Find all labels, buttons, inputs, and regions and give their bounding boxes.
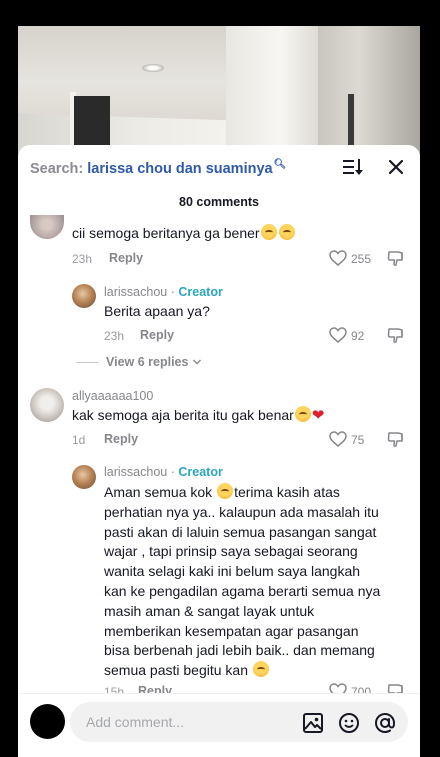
comment-input-placeholder[interactable]: Add comment...: [86, 714, 184, 730]
dislike-icon[interactable]: [387, 326, 405, 344]
close-icon[interactable]: [386, 157, 406, 177]
search-text[interactable]: Search: larissa chou dan suaminya🔍︎: [30, 159, 286, 177]
like-count: 255: [351, 252, 372, 266]
comment-input[interactable]: Add comment...: [70, 702, 408, 742]
creator-badge: Creator: [178, 465, 223, 479]
creator-avatar[interactable]: [72, 284, 96, 308]
sort-icon[interactable]: [342, 157, 364, 177]
comment-username[interactable]: allyaaaaaa100: [72, 389, 153, 403]
smiling-emoji: [252, 661, 269, 678]
search-bar[interactable]: Search: larissa chou dan suaminya🔍︎: [18, 145, 420, 189]
creator-avatar[interactable]: [72, 465, 96, 489]
comment-text: Berita apaan ya?: [104, 303, 210, 319]
comment-username[interactable]: larissachou · Creator: [104, 285, 223, 299]
comment-text: Aman semua kok terima kasih atas perhati…: [104, 483, 381, 679]
screen: Search: larissa chou dan suaminya🔍︎ 80 c…: [18, 0, 420, 757]
comment-text: cii semoga beritanya ga bener: [72, 223, 296, 243]
reply-button[interactable]: Reply: [104, 432, 138, 446]
red-heart-emoji: ❤: [311, 407, 325, 424]
heart-icon[interactable]: [329, 327, 347, 343]
ceiling-light: [142, 64, 164, 72]
dislike-icon[interactable]: [387, 682, 405, 693]
dislike-icon[interactable]: [387, 430, 405, 448]
search-icon: 🔍︎: [273, 159, 287, 170]
like-count: 700: [351, 685, 372, 693]
comments-sheet: Search: larissa chou dan suaminya🔍︎ 80 c…: [18, 145, 420, 757]
avatar[interactable]: [30, 215, 64, 239]
avatar[interactable]: [30, 388, 64, 422]
emoji-icon[interactable]: [338, 712, 360, 734]
comment-time: 1d: [72, 433, 86, 447]
comment-username[interactable]: larissachou · Creator: [104, 465, 223, 479]
comments-count: 80 comments: [179, 195, 259, 209]
reply-button[interactable]: Reply: [109, 251, 143, 265]
dislike-icon[interactable]: [387, 249, 405, 267]
pleading-emoji: [294, 406, 311, 422]
user-avatar[interactable]: [30, 704, 65, 739]
heart-icon[interactable]: [329, 431, 347, 447]
chevron-down-icon: [192, 359, 201, 365]
pleading-emoji: [278, 224, 295, 240]
comment-time: 23h: [72, 252, 93, 266]
like-count: 92: [351, 329, 365, 343]
creator-badge: Creator: [178, 285, 223, 299]
like-count: 75: [351, 433, 365, 447]
at-icon[interactable]: [374, 712, 396, 734]
reply-button[interactable]: Reply: [138, 684, 172, 693]
heart-icon[interactable]: [329, 250, 347, 266]
search-prefix: Search:: [30, 160, 84, 177]
reply-button[interactable]: Reply: [140, 328, 174, 342]
comment-input-bar: Add comment...: [18, 693, 420, 757]
comments-list[interactable]: cii semoga beritanya ga bener 23h Reply …: [18, 215, 420, 693]
heart-icon[interactable]: [329, 683, 347, 693]
pleading-emoji: [260, 224, 277, 240]
divider: [76, 362, 98, 364]
view-replies-button[interactable]: View 6 replies: [76, 355, 202, 369]
comment-text: kak semoga aja berita itu gak benar ❤: [72, 406, 325, 424]
comment-time: 23h: [104, 329, 125, 343]
smiling-emoji: [217, 483, 234, 499]
search-query[interactable]: larissa chou dan suaminya: [87, 161, 272, 177]
comment-time: 15h: [104, 685, 125, 693]
image-icon[interactable]: [302, 712, 324, 734]
